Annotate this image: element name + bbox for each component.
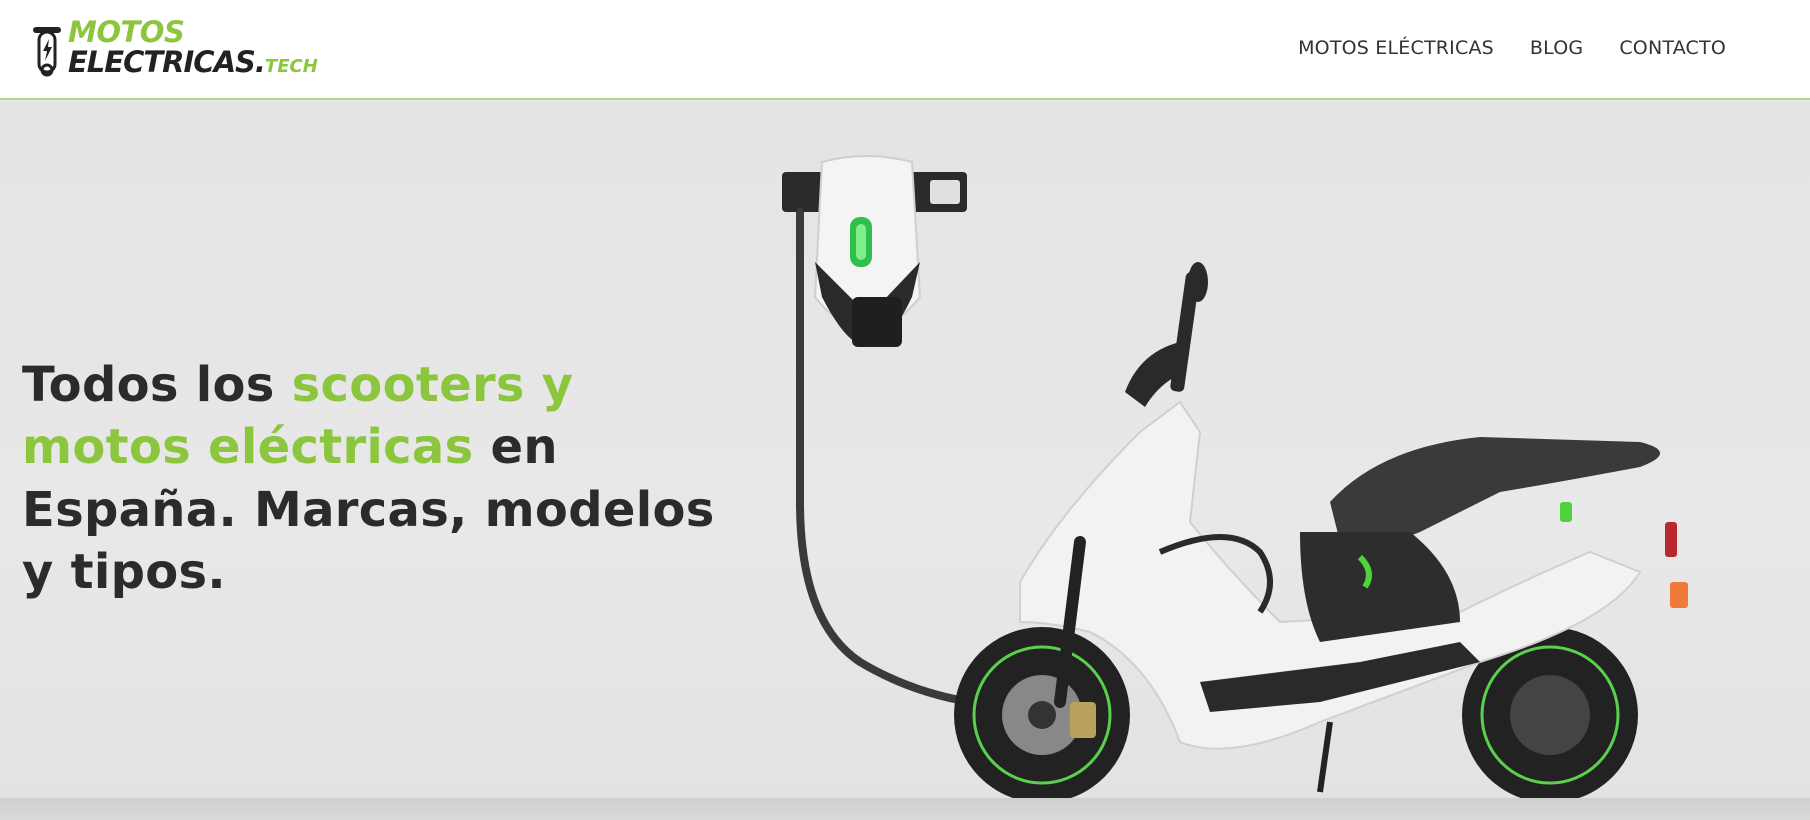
electric-scooter-charging-image: [782, 155, 1688, 803]
logo-text-motos: MOTOS: [68, 15, 185, 49]
hero-section: Todos los scooters y motos eléctricas en…: [0, 102, 1810, 820]
nav-link-blog[interactable]: BLOG: [1530, 36, 1583, 61]
logo-text-main: ELECTRICAS.: [68, 45, 266, 79]
logo-text-tld: TECH: [264, 56, 318, 77]
nav-link-motos-electricas[interactable]: MOTOS ELÉCTRICAS: [1298, 36, 1494, 61]
hero-title-part1: Todos los: [22, 357, 292, 413]
wall-charger: [782, 155, 974, 706]
floor-strip: [0, 798, 1810, 820]
hero-title: Todos los scooters y motos eléctricas en…: [22, 354, 742, 604]
main-nav: MOTOS ELÉCTRICAS BLOG CONTACTO: [1298, 36, 1726, 61]
electric-scooter: [954, 262, 1688, 803]
logo-text-electricas: ELECTRICAS.TECH: [68, 48, 318, 77]
scooter-bolt-icon: [33, 27, 61, 77]
nav-link-contacto[interactable]: CONTACTO: [1619, 36, 1726, 61]
site-header: MOTOS ELECTRICAS.TECH MOTOS ELÉCTRICAS B…: [0, 0, 1810, 100]
site-logo[interactable]: MOTOS ELECTRICAS.TECH: [30, 15, 318, 80]
